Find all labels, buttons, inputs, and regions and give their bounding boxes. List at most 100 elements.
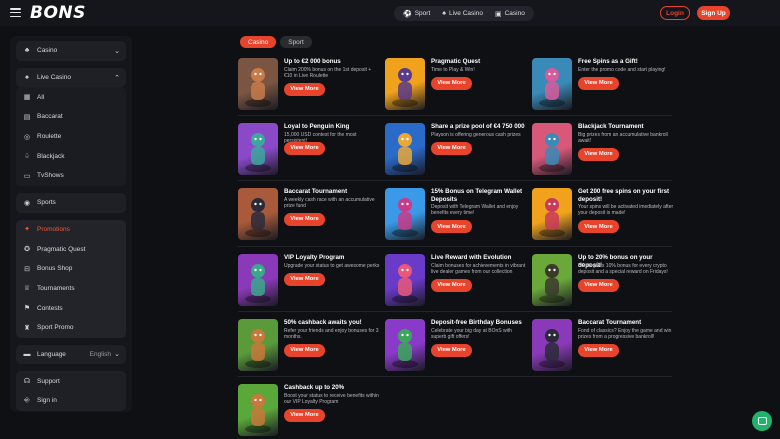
promo-image[interactable] xyxy=(238,384,278,436)
language-select[interactable]: ▬ Language English ⌄ xyxy=(16,345,126,365)
promo-card[interactable]: VIP Loyalty Program Upgrade your status t… xyxy=(238,252,379,306)
signup-button[interactable]: Sign Up xyxy=(697,6,730,20)
promo-image[interactable] xyxy=(385,123,425,175)
language-label: Language xyxy=(37,350,66,358)
character-illustration xyxy=(539,133,565,172)
sidebar-item-contests[interactable]: ⚑ Contests xyxy=(16,298,126,318)
sidebar-item-label: Bonus Shop xyxy=(37,265,73,273)
promo-image[interactable] xyxy=(238,319,278,371)
sidebar-item-live-casino[interactable]: ♠ Live Casino ⌃ xyxy=(16,68,126,88)
sidebar-item-tournaments[interactable]: ♕ Tournaments xyxy=(16,279,126,299)
sidebar-item-bonus-shop[interactable]: ⊟ Bonus Shop xyxy=(16,259,126,279)
sidebar-item-baccarat[interactable]: ▤ Baccarat xyxy=(16,107,126,127)
view-more-button[interactable]: View More xyxy=(284,408,325,422)
sidebar-item-label: Blackjack xyxy=(37,152,65,160)
nav-casino[interactable]: ▣ Casino xyxy=(490,6,530,21)
promo-image[interactable] xyxy=(532,123,572,175)
view-more-button[interactable]: View More xyxy=(431,141,472,155)
sidebar-item-tvshows[interactable]: ▭ TvShows xyxy=(16,166,126,186)
ball-icon: ⚽ xyxy=(403,10,412,18)
view-more-button[interactable]: View More xyxy=(284,272,325,286)
promo-card[interactable]: Loyal to Penguin King 15,000 USD contest … xyxy=(238,121,378,175)
chat-button[interactable] xyxy=(752,411,772,431)
promo-card[interactable]: Deposit-free Birthday Bonuses Celebrate y… xyxy=(385,317,525,371)
view-more-button[interactable]: View More xyxy=(284,82,325,96)
promo-card[interactable]: Live Reward with Evolution Claim bonuses … xyxy=(385,252,525,306)
sidebar-item-pragmatic-quest[interactable]: ✪ Pragmatic Quest xyxy=(16,239,126,259)
cards-icon: ♠ xyxy=(442,10,446,17)
nav-casino-label: Casino xyxy=(504,10,525,17)
view-more-button[interactable]: View More xyxy=(431,343,472,357)
sidebar-item-label: Contests xyxy=(37,304,63,312)
view-more-button[interactable]: View More xyxy=(431,76,472,90)
promo-image[interactable] xyxy=(532,58,572,110)
promo-image[interactable] xyxy=(238,58,278,110)
promo-image[interactable] xyxy=(385,319,425,371)
sidebar-item-label: Support xyxy=(37,377,60,385)
promo-image[interactable] xyxy=(238,254,278,306)
sidebar-item-signin[interactable]: ⎆ Sign in xyxy=(16,391,126,411)
sidebar-item-support[interactable]: ☊ Support xyxy=(16,371,126,391)
promo-card[interactable]: Baccarat Tournament A weekly cash race wi… xyxy=(238,186,378,240)
promo-image[interactable] xyxy=(385,58,425,110)
view-more-button[interactable]: View More xyxy=(578,343,619,357)
promo-image[interactable] xyxy=(238,123,278,175)
sidebar-item-promotions[interactable]: ✦ Promotions xyxy=(16,220,126,240)
row-divider xyxy=(238,246,672,247)
sidebar-item-sport-promo[interactable]: ♜ Sport Promo xyxy=(16,318,126,338)
promo-description: Fond of classics? Enjoy the game and win… xyxy=(578,327,672,340)
sidebar-item-label: Tournaments xyxy=(37,284,75,292)
view-more-button[interactable]: View More xyxy=(578,278,619,292)
view-more-button[interactable]: View More xyxy=(578,76,619,90)
promo-card[interactable]: Share a prize pool of €4 750 000 Playson … xyxy=(385,121,525,175)
nav-sport[interactable]: ⚽ Sport xyxy=(398,6,435,21)
promo-card[interactable]: 50% cashback awaits you! Refer your frien… xyxy=(238,317,379,371)
logo[interactable]: BONS xyxy=(30,3,86,23)
view-more-button[interactable]: View More xyxy=(284,141,325,155)
view-more-button[interactable]: View More xyxy=(431,278,472,292)
view-more-button[interactable]: View More xyxy=(578,147,619,161)
row-divider xyxy=(238,376,672,377)
promo-card[interactable]: Baccarat Tournament Fond of classics? Enj… xyxy=(532,317,672,371)
view-more-button[interactable]: View More xyxy=(578,220,619,233)
character-illustration xyxy=(392,68,418,107)
promo-card[interactable]: Up to €2 000 bonus Claim 200% bonus on th… xyxy=(238,56,378,110)
sidebar-item-sports[interactable]: ◉ Sports xyxy=(16,193,126,213)
tab-sport[interactable]: Sport xyxy=(280,36,312,48)
promo-card[interactable]: Get 200 free spins on your first deposit… xyxy=(532,186,673,240)
promo-image[interactable] xyxy=(385,188,425,240)
sidebar-item-all[interactable]: ▦ All xyxy=(16,87,126,107)
promo-image[interactable] xyxy=(238,188,278,240)
promo-description: Big prizes from an accumulative bankroll… xyxy=(578,131,668,144)
character-illustration xyxy=(392,329,418,368)
sidebar-language-group: ▬ Language English ⌄ xyxy=(16,344,126,365)
promo-image[interactable] xyxy=(532,319,572,371)
promo-title: Baccarat Tournament xyxy=(578,319,642,326)
promo-card[interactable]: 15% Bonus on Telegram Wallet Deposits Dep… xyxy=(385,186,525,240)
promo-card[interactable]: Blackjack Tournament Big prizes from an a… xyxy=(532,121,672,175)
tab-casino[interactable]: Casino xyxy=(240,36,277,48)
view-more-button[interactable]: View More xyxy=(284,343,325,357)
sidebar-item-casino[interactable]: ♣ Casino ⌄ xyxy=(16,41,126,61)
sidebar-item-roulette[interactable]: ◎ Roulette xyxy=(16,127,126,147)
sidebar-item-blackjack[interactable]: ♤ Blackjack xyxy=(16,146,126,166)
promo-image[interactable] xyxy=(385,254,425,306)
sidebar-item-label: All xyxy=(37,93,45,101)
menu-icon[interactable] xyxy=(10,8,21,17)
promo-card[interactable]: Free Spins as a Gift! Enter the promo cod… xyxy=(532,56,672,110)
casino-icon: ▣ xyxy=(494,10,502,18)
promo-description: Claim 200% bonus on the 1st deposit + €1… xyxy=(284,66,372,79)
language-value: English xyxy=(89,350,111,358)
promo-card[interactable]: Pragmatic Quest Time to Play & Win! View M… xyxy=(385,56,525,110)
view-more-button[interactable]: View More xyxy=(284,212,325,226)
promo-image[interactable] xyxy=(532,254,572,306)
chevron-up-icon: ⌃ xyxy=(114,74,120,82)
promo-title: Free Spins as a Gift! xyxy=(578,58,638,65)
view-more-button[interactable]: View More xyxy=(431,220,472,233)
promo-image[interactable] xyxy=(532,188,572,240)
nav-live-casino[interactable]: ♠ Live Casino xyxy=(437,6,488,21)
login-button[interactable]: Login xyxy=(660,6,690,20)
sidebar-sports-group: ◉ Sports xyxy=(16,192,126,213)
promo-card[interactable]: Up to 20% bonus on your deposit! BOnS giv… xyxy=(532,252,672,306)
promo-card[interactable]: Cashback up to 20% Boost your status to r… xyxy=(238,382,379,436)
